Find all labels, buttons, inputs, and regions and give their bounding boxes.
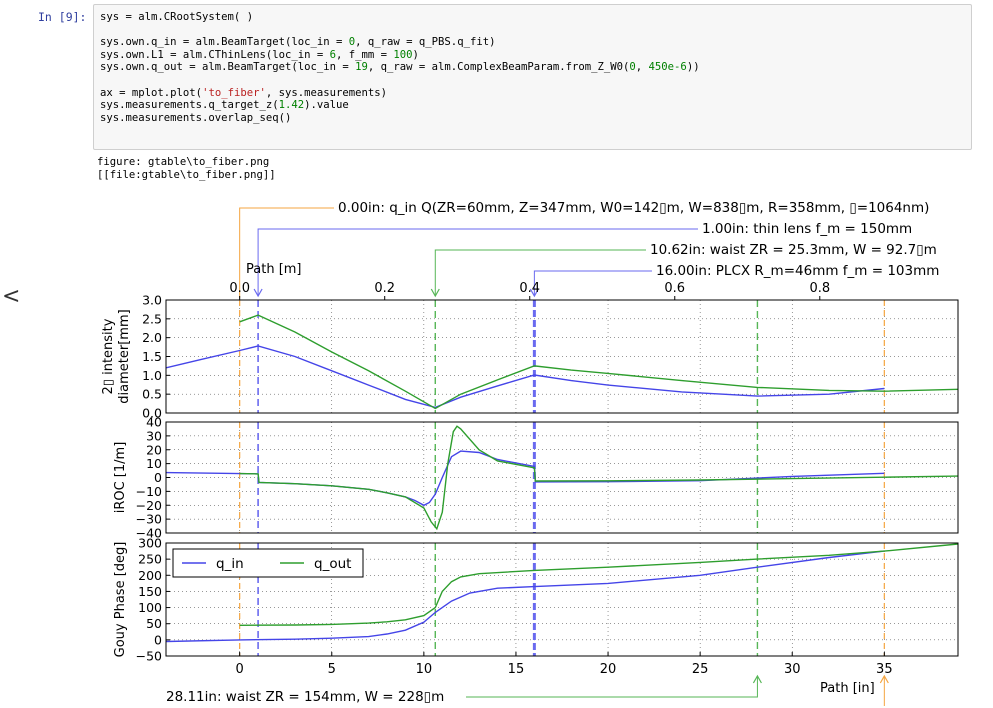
chart-panel-2: −40−30−20−10010203040iROC [1/m]: [113, 415, 959, 541]
y-tick-label: 0: [154, 632, 162, 647]
series-line-q_out: [239, 314, 958, 410]
annotation-label: 0.00in: q_in Q(ZR=60mm, Z=347mm, W0=142▯…: [338, 200, 929, 216]
top-x-tick-label: 0.0: [229, 281, 250, 296]
x-tick-label: 20: [600, 662, 617, 677]
annotation-label: 28.11in: waist ZR = 154mm, W = 228▯m: [166, 689, 444, 705]
to-fiber-figure: 0.00in: q_in Q(ZR=60mm, Z=347mm, W0=142▯…: [101, 200, 959, 706]
y-tick-label: −20: [136, 498, 162, 513]
chart-panel-1: 0.00.51.01.52.02.53.02▯ intensity diamete…: [101, 293, 959, 421]
x-tick-label: 30: [784, 662, 801, 677]
top-x-tick-label: 0.2: [374, 281, 395, 296]
y-tick-label: −50: [136, 649, 162, 664]
annotation-label: 16.00in: PLCX R_m=46mm f_m = 103mm: [656, 263, 939, 279]
y-tick-label: 0: [154, 470, 162, 485]
y-tick-label: 2.5: [142, 311, 162, 326]
annotation-label: 1.00in: thin lens f_m = 150mm: [702, 221, 912, 237]
y-tick-label: 10: [146, 456, 162, 471]
x-tick-label: 35: [876, 662, 893, 677]
annotation-connector: [257, 228, 698, 296]
y-tick-label: 150: [138, 584, 162, 599]
annotation-label: 10.62in: waist ZR = 25.3mm, W = 92.7▯m: [650, 242, 937, 258]
x-tick-label: 5: [328, 662, 336, 677]
y-tick-label: 0.5: [142, 387, 162, 402]
top-x-tick-label: 0.4: [519, 281, 540, 296]
legend-label: q_out: [314, 556, 351, 572]
annotation-connector: [533, 270, 652, 296]
top-x-tick-label: 0.8: [809, 281, 830, 296]
legend: q_in q_out: [172, 548, 364, 578]
y-tick-label: 30: [146, 428, 162, 443]
annotation-q-out-marker: [879, 674, 889, 706]
y-axis-label: 2▯ intensity: [101, 318, 116, 394]
y-tick-label: 20: [146, 442, 162, 457]
y-tick-label: 100: [138, 600, 162, 615]
legend-label: q_in: [216, 556, 244, 572]
x-tick-label: 25: [692, 662, 709, 677]
annotation-waist-2: 28.11in: waist ZR = 154mm, W = 228▯m: [166, 674, 762, 705]
y-tick-label: 40: [146, 415, 162, 430]
y-tick-label: 300: [138, 536, 162, 551]
x-tick-label: 10: [416, 662, 433, 677]
y-axis-label: Gouy Phase [deg]: [113, 542, 128, 658]
y-tick-label: 1.0: [142, 368, 162, 383]
top-x-axis-label: Path [m]: [246, 262, 302, 277]
annotation-connector: [466, 676, 758, 698]
y-tick-label: −30: [136, 512, 162, 527]
y-tick-label: −10: [136, 484, 162, 499]
y-tick-label: 50: [146, 616, 162, 631]
y-tick-label: 200: [138, 568, 162, 583]
y-tick-label: 2.0: [142, 330, 162, 345]
y-tick-label: 3.0: [142, 293, 162, 308]
x-tick-label: 0: [236, 662, 244, 677]
y-axis-label: diameter[mm]: [117, 309, 132, 403]
x-axis-label: Path [in]: [820, 681, 875, 696]
top-x-tick-label: 0.6: [664, 281, 685, 296]
y-tick-label: 1.5: [142, 349, 162, 364]
figure-panels: 0.00.51.01.52.02.53.02▯ intensity diamete…: [101, 293, 959, 664]
series-line-q_in: [166, 345, 885, 409]
x-tick-label: 15: [508, 662, 525, 677]
annotation-connector: [239, 207, 334, 298]
annotation-plcx: 16.00in: PLCX R_m=46mm f_m = 103mm: [529, 263, 939, 298]
y-axis-label: iROC [1/m]: [113, 442, 128, 514]
y-tick-label: 250: [138, 552, 162, 567]
annotation-connector: [434, 249, 646, 296]
